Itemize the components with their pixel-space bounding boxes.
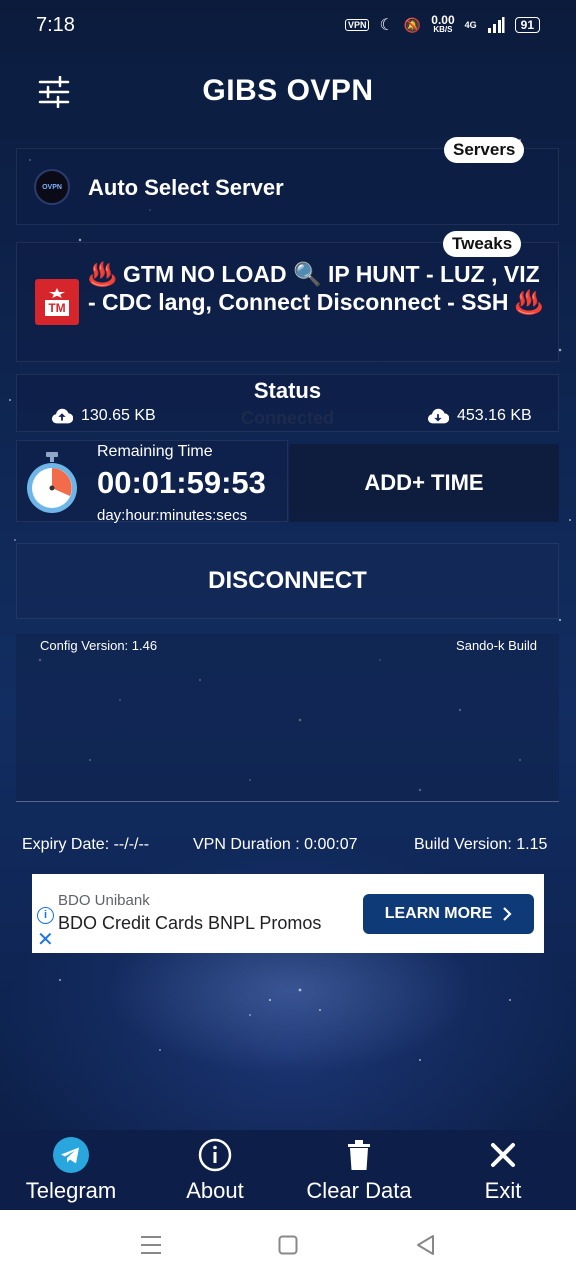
system-status-bar: 7:18 VPN ☾ 🔕 0.00 KB/S 4G 91 [0,0,576,50]
moon-icon: ☾ [379,17,394,34]
server-logo: OVPN [34,169,70,205]
home-icon[interactable] [278,1235,298,1255]
tweak-name: ♨️ GTM NO LOAD 🔍 IP HUNT - LUZ , VIZ - C… [88,261,544,315]
remaining-time-units: day:hour:minutes:secs [97,507,248,524]
ad-headline: BDO Credit Cards BNPL Promos [58,913,322,933]
upload-stat: 130.65 KB [51,407,156,425]
disconnect-button[interactable]: DISCONNECT [16,543,559,619]
signal-icon [487,17,505,33]
status-icons: VPN ☾ 🔕 0.00 KB/S 4G 91 [344,13,540,35]
ad-advertiser: BDO Unibank [58,892,150,909]
settings-sliders-icon[interactable] [38,76,70,108]
remaining-time-value: 00:01:59:53 [97,465,266,500]
tweak-selector[interactable]: TM ♨️ GTM NO LOAD 🔍 IP HUNT - LUZ , VIZ … [16,242,559,362]
remaining-time-label: Remaining Time [97,443,213,460]
nav-about[interactable]: About [145,1136,285,1204]
learn-more-button[interactable]: LEARN MORE [363,894,534,934]
back-icon[interactable] [415,1234,435,1256]
telegram-icon [53,1137,89,1173]
remaining-time-panel: Remaining Time 00:01:59:53 day:hour:minu… [16,440,288,524]
ad-close-icon[interactable]: ✕ [37,930,54,950]
cloud-download-icon [427,408,449,424]
nav-telegram[interactable]: Telegram [1,1136,141,1204]
vpn-icon: VPN [344,19,370,31]
add-time-button[interactable]: ADD+ TIME [289,444,559,522]
status-panel: Status Connected 130.65 KB 453.16 KB [16,374,559,432]
tm-logo: TM [35,279,79,325]
config-version: Config Version: 1.46 [40,638,158,653]
download-stat: 453.16 KB [427,407,532,425]
status-title: Status [253,378,322,403]
server-name: Auto Select Server [88,175,284,200]
build-version: Build Version: 1.15 [414,836,548,853]
servers-tag[interactable]: Servers [444,137,525,163]
chevron-right-icon [503,907,512,921]
nav-exit[interactable]: Exit [433,1136,573,1204]
vpn-duration: VPN Duration : 0:00:07 [193,836,358,853]
app-header: GIBS OVPN [0,50,576,132]
bottom-navigation: Telegram About Clear Data Exit [0,1130,576,1210]
net-speed: 0.00 KB/S [431,13,455,34]
mute-icon: 🔕 [403,16,422,33]
nav-clear-data[interactable]: Clear Data [289,1136,429,1204]
cloud-upload-icon [51,408,73,424]
expiry-date: Expiry Date: --/-/-- [22,836,150,853]
log-panel: Config Version: 1.46 Sando-k Build [16,634,559,802]
app-title: GIBS OVPN [202,74,374,107]
ad-info-icon[interactable]: i [37,907,54,924]
info-icon [198,1138,232,1172]
close-icon [491,1143,515,1167]
stopwatch-icon [27,452,77,513]
ad-banner[interactable]: i ✕ BDO Unibank BDO Credit Cards BNPL Pr… [32,874,544,953]
build-credit: Sando-k Build [456,638,537,653]
trash-icon [348,1140,370,1170]
clock: 7:18 [36,13,75,36]
info-row: Expiry Date: --/-/-- VPN Duration : 0:00… [0,836,576,858]
battery-icon: 91 [514,17,540,33]
network-type: 4G [464,20,477,30]
tweaks-tag[interactable]: Tweaks [443,231,522,257]
system-navigation-bar [0,1210,576,1280]
recent-apps-icon[interactable] [140,1235,162,1255]
